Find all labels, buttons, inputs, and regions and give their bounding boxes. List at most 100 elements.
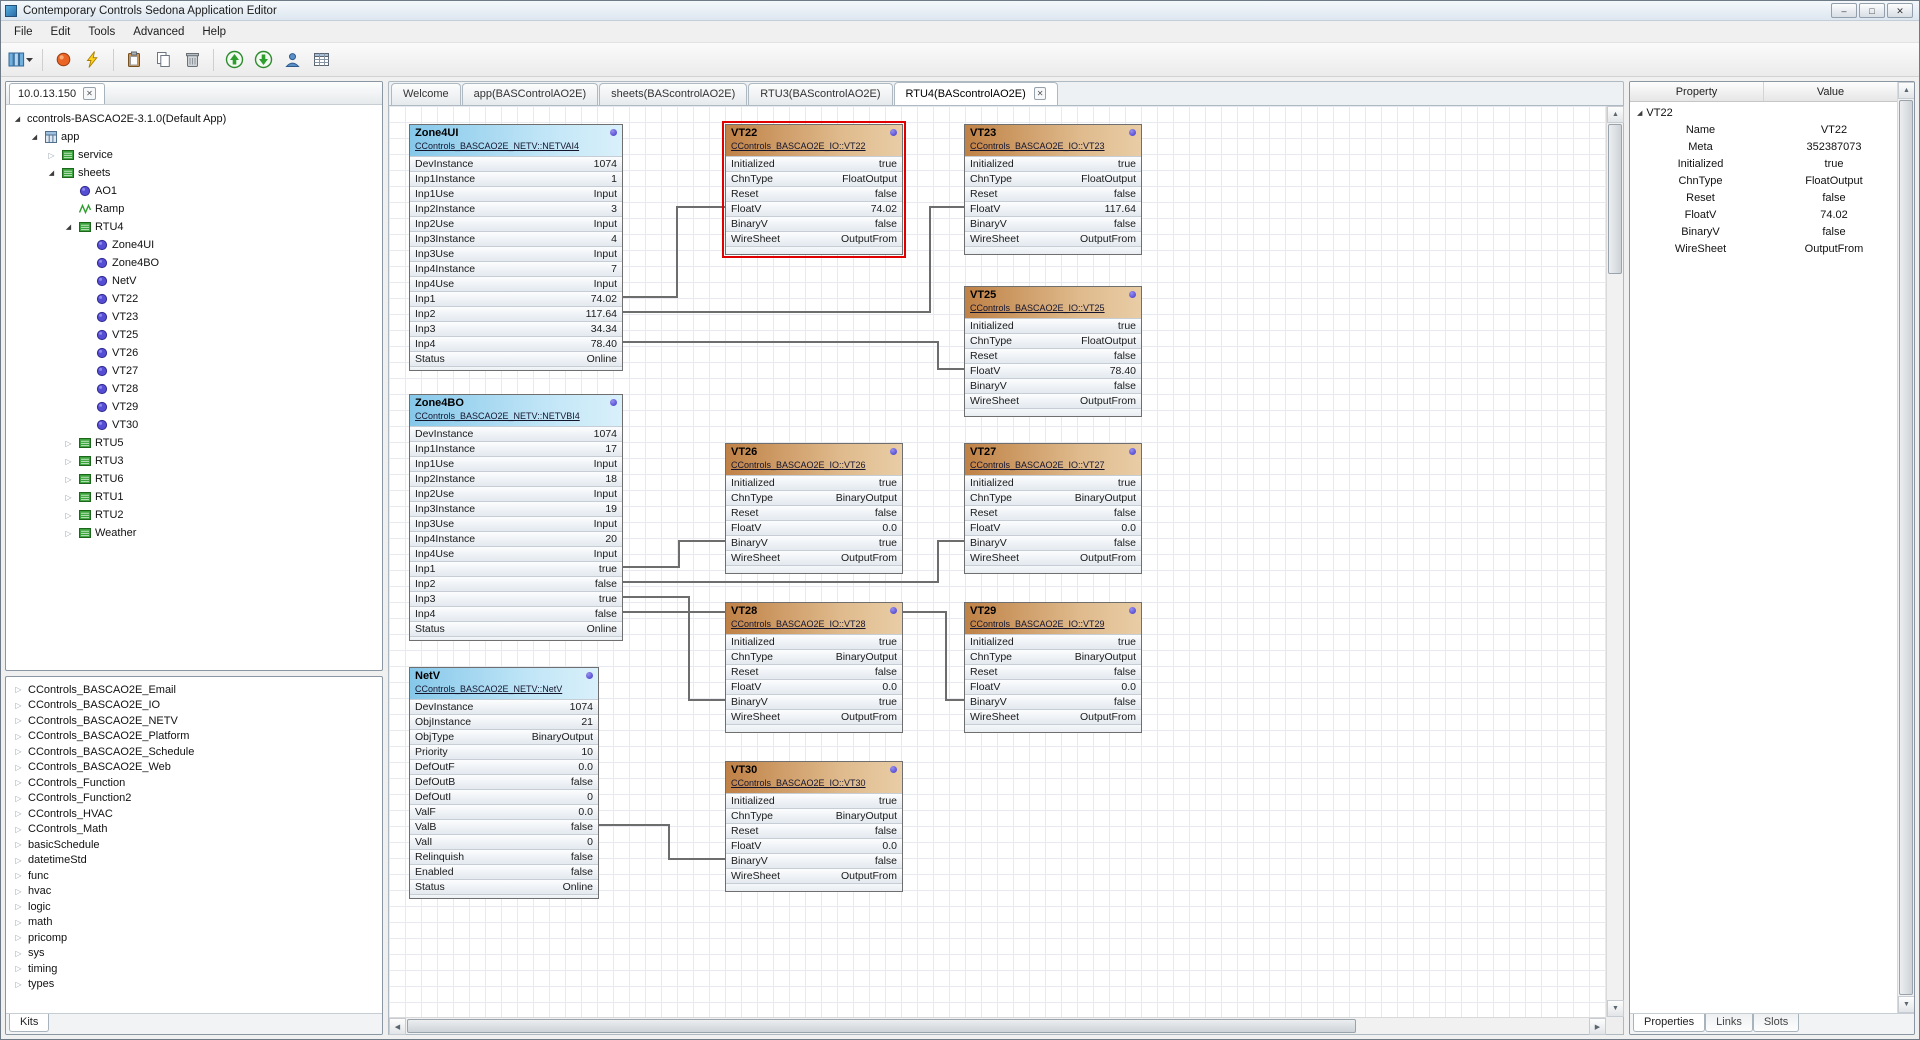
block-slot-ChnType[interactable]: ChnTypeFloatOutput — [726, 171, 902, 186]
kit-item-timing[interactable]: ▷timing — [6, 961, 382, 977]
property-row-Initialized[interactable]: Initializedtrue — [1630, 155, 1897, 172]
block-slot-Inp4Instance[interactable]: Inp4Instance7 — [410, 261, 622, 276]
block-slot-BinaryV[interactable]: BinaryVtrue — [726, 535, 902, 550]
vertical-scrollbar-thumb[interactable] — [1608, 124, 1622, 274]
block-header[interactable]: Zone4UICControls_BASCAO2E_NETV::NETVAI4 — [410, 125, 622, 156]
tree-item-VT25[interactable]: VT25 — [6, 326, 382, 344]
block-slot-Reset[interactable]: Resetfalse — [965, 348, 1141, 363]
tree-expanded-arrow[interactable]: ◢ — [1637, 109, 1642, 117]
kit-item-CControls_BASCAO2E_NETV[interactable]: ▷CControls_BASCAO2E_NETV — [6, 713, 382, 729]
block-slot-ObjInstance[interactable]: ObjInstance21 — [410, 714, 598, 729]
block-VT27[interactable]: VT27CControls_BASCAO2E_IO::VT27Initializ… — [964, 443, 1142, 574]
tree-panel-close-icon[interactable]: ✕ — [83, 87, 96, 100]
tree-collapsed-arrow[interactable]: ▷ — [13, 902, 24, 911]
block-slot-DevInstance[interactable]: DevInstance1074 — [410, 156, 622, 171]
block-VT23[interactable]: VT23CControls_BASCAO2E_IO::VT23Initializ… — [964, 124, 1142, 255]
block-slot-ChnType[interactable]: ChnTypeBinaryOutput — [726, 490, 902, 505]
block-slot-Status[interactable]: StatusOnline — [410, 879, 598, 894]
block-slot-FloatV[interactable]: FloatV78.40 — [965, 363, 1141, 378]
block-slot-DefOutI[interactable]: DefOutI0 — [410, 789, 598, 804]
kit-item-func[interactable]: ▷func — [6, 868, 382, 884]
property-row-WireSheet[interactable]: WireSheetOutputFrom — [1630, 240, 1897, 257]
close-button[interactable]: ✕ — [1887, 3, 1913, 18]
tree-panel-tab[interactable]: 10.0.13.150 ✕ — [9, 83, 105, 104]
property-row-ChnType[interactable]: ChnTypeFloatOutput — [1630, 172, 1897, 189]
properties-tab-properties[interactable]: Properties — [1633, 1014, 1705, 1032]
block-slot-BinaryV[interactable]: BinaryVfalse — [965, 216, 1141, 231]
block-VT22[interactable]: VT22CControls_BASCAO2E_IO::VT22Initializ… — [725, 124, 903, 255]
restore-button[interactable] — [250, 46, 277, 73]
kit-item-CControls_Math[interactable]: ▷CControls_Math — [6, 822, 382, 838]
block-type-link[interactable]: CControls_BASCAO2E_IO::VT23 — [970, 141, 1136, 151]
block-header[interactable]: VT27CControls_BASCAO2E_IO::VT27 — [965, 444, 1141, 475]
kit-item-CControls_BASCAO2E_Platform[interactable]: ▷CControls_BASCAO2E_Platform — [6, 729, 382, 745]
block-slot-ChnType[interactable]: ChnTypeBinaryOutput — [726, 649, 902, 664]
block-header[interactable]: VT25CControls_BASCAO2E_IO::VT25 — [965, 287, 1141, 318]
block-slot-Inp3[interactable]: Inp3true — [410, 591, 622, 606]
tree-item-VT23[interactable]: VT23 — [6, 308, 382, 326]
block-slot-Inp1[interactable]: Inp174.02 — [410, 291, 622, 306]
kit-item-logic[interactable]: ▷logic — [6, 899, 382, 915]
tree-collapsed-arrow[interactable]: ▷ — [13, 763, 24, 772]
wire-Zone4BO.Inp1-to-VT26.BinaryV[interactable] — [623, 541, 725, 567]
block-type-link[interactable]: CControls_BASCAO2E_IO::VT29 — [970, 619, 1136, 629]
block-slot-Initialized[interactable]: Initializedtrue — [726, 634, 902, 649]
dropdown-caret-icon[interactable] — [25, 51, 34, 68]
block-slot-FloatV[interactable]: FloatV0.0 — [965, 520, 1141, 535]
editor-tab-sheets-BAScontrolAO2E-[interactable]: sheets(BAScontrolAO2E) — [599, 83, 747, 105]
block-slot-ValB[interactable]: ValBfalse — [410, 819, 598, 834]
block-slot-Reset[interactable]: Resetfalse — [726, 505, 902, 520]
kit-item-CControls_Function2[interactable]: ▷CControls_Function2 — [6, 791, 382, 807]
block-slot-Initialized[interactable]: Initializedtrue — [726, 475, 902, 490]
properties-tab-links[interactable]: Links — [1705, 1014, 1753, 1032]
properties-tab-slots[interactable]: Slots — [1753, 1014, 1799, 1032]
tree-collapsed-arrow[interactable]: ▷ — [13, 840, 24, 849]
block-type-link[interactable]: CControls_BASCAO2E_IO::VT28 — [731, 619, 897, 629]
properties-scrollbar-thumb[interactable] — [1899, 100, 1913, 995]
block-slot-Inp4Use[interactable]: Inp4UseInput — [410, 546, 622, 561]
tree-collapsed-arrow[interactable]: ▷ — [13, 949, 24, 958]
tree-item-VT26[interactable]: VT26 — [6, 344, 382, 362]
tree-item-VT28[interactable]: VT28 — [6, 380, 382, 398]
kit-item-CControls_HVAC[interactable]: ▷CControls_HVAC — [6, 806, 382, 822]
backup-button[interactable] — [221, 46, 248, 73]
block-header[interactable]: VT23CControls_BASCAO2E_IO::VT23 — [965, 125, 1141, 156]
block-type-link[interactable]: CControls_BASCAO2E_IO::VT27 — [970, 460, 1136, 470]
wire-NetV.ValB-to-VT30.BinaryV[interactable] — [599, 825, 725, 859]
block-slot-FloatV[interactable]: FloatV0.0 — [726, 520, 902, 535]
block-slot-Inp1Use[interactable]: Inp1UseInput — [410, 456, 622, 471]
tree-collapsed-arrow[interactable]: ▷ — [13, 856, 24, 865]
block-slot-WireSheet[interactable]: WireSheetOutputFrom — [726, 231, 902, 246]
block-slot-DefOutB[interactable]: DefOutBfalse — [410, 774, 598, 789]
block-type-link[interactable]: CControls_BASCAO2E_IO::VT25 — [970, 303, 1136, 313]
property-row-FloatV[interactable]: FloatV74.02 — [1630, 206, 1897, 223]
tree-collapsed-arrow[interactable]: ▷ — [13, 809, 24, 818]
tree-collapsed-arrow[interactable]: ▷ — [13, 794, 24, 803]
block-Zone4UI[interactable]: Zone4UICControls_BASCAO2E_NETV::NETVAI4D… — [409, 124, 623, 371]
block-slot-Inp3Use[interactable]: Inp3UseInput — [410, 516, 622, 531]
tree-item-VT22[interactable]: VT22 — [6, 290, 382, 308]
block-type-link[interactable]: CControls_BASCAO2E_IO::VT26 — [731, 460, 897, 470]
kit-item-CControls_BASCAO2E_Email[interactable]: ▷CControls_BASCAO2E_Email — [6, 682, 382, 698]
block-slot-Reset[interactable]: Resetfalse — [965, 186, 1141, 201]
block-slot-Initialized[interactable]: Initializedtrue — [726, 793, 902, 808]
tree-collapsed-arrow[interactable]: ▷ — [13, 980, 24, 989]
tree-collapsed-arrow[interactable]: ▷ — [13, 871, 24, 880]
tree-collapsed-arrow[interactable]: ▷ — [13, 747, 24, 756]
block-slot-Inp1Instance[interactable]: Inp1Instance17 — [410, 441, 622, 456]
kit-item-hvac[interactable]: ▷hvac — [6, 884, 382, 900]
kit-item-basicSchedule[interactable]: ▷basicSchedule — [6, 837, 382, 853]
block-slot-Reset[interactable]: Resetfalse — [726, 823, 902, 838]
property-row-Name[interactable]: NameVT22 — [1630, 121, 1897, 138]
tree-item-RTU2[interactable]: ▷RTU2 — [6, 506, 382, 524]
block-slot-ChnType[interactable]: ChnTypeBinaryOutput — [726, 808, 902, 823]
block-slot-Reset[interactable]: Resetfalse — [965, 505, 1141, 520]
block-slot-Initialized[interactable]: Initializedtrue — [965, 318, 1141, 333]
block-slot-Status[interactable]: StatusOnline — [410, 621, 622, 636]
tree-item-Zone4BO[interactable]: Zone4BO — [6, 254, 382, 272]
tree-item-Ramp[interactable]: Ramp — [6, 200, 382, 218]
property-row-BinaryV[interactable]: BinaryVfalse — [1630, 223, 1897, 240]
tree-item-RTU4[interactable]: ◢RTU4 — [6, 218, 382, 236]
wire-Zone4UI.Inp4-to-VT25.FloatV[interactable] — [623, 342, 964, 369]
editor-tab-Welcome[interactable]: Welcome — [391, 83, 461, 105]
